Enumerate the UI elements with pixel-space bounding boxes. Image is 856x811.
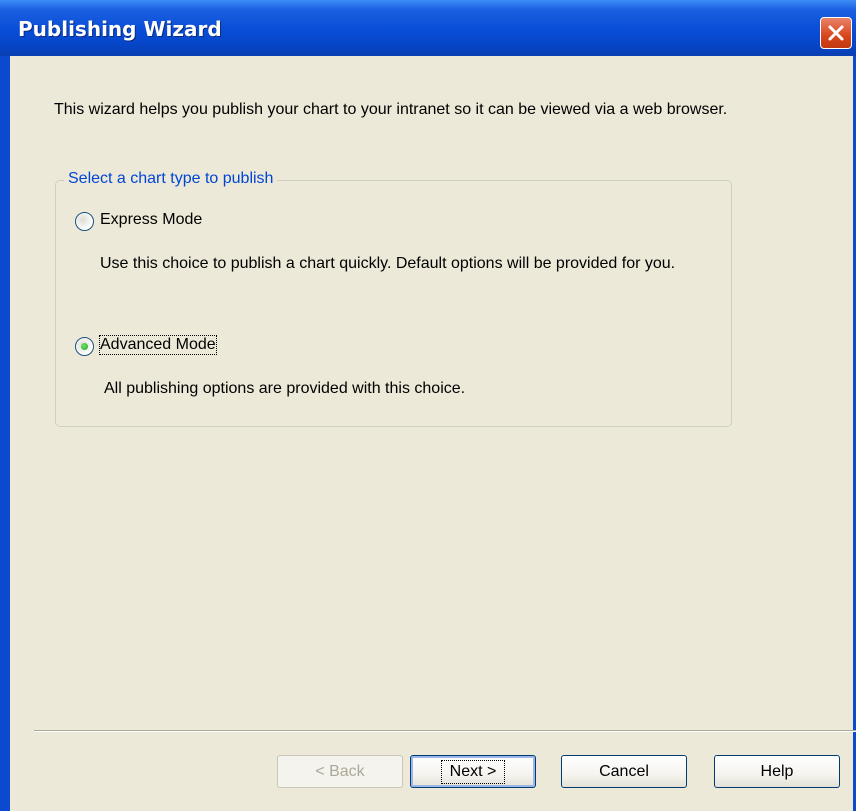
cancel-button[interactable]: Cancel [561, 755, 687, 788]
advanced-mode-description: All publishing options are provided with… [104, 380, 466, 397]
back-button-label: < Back [315, 762, 365, 780]
title-bar[interactable]: Publishing Wizard [0, 0, 856, 56]
advanced-mode-radio[interactable] [75, 337, 94, 356]
group-legend: Select a chart type to publish [64, 170, 278, 188]
close-icon [828, 25, 844, 41]
express-mode-radio[interactable] [75, 212, 94, 231]
help-button-label: Help [760, 762, 794, 780]
next-button[interactable]: Next > [410, 755, 536, 788]
express-mode-description: Use this choice to publish a chart quick… [100, 255, 676, 272]
next-button-label: Next > [440, 759, 506, 784]
cancel-button-label: Cancel [599, 762, 649, 780]
advanced-mode-label[interactable]: Advanced Mode [99, 335, 217, 355]
footer-separator [34, 730, 856, 732]
radio-selected-dot [81, 343, 88, 350]
intro-text: This wizard helps you publish your chart… [54, 101, 728, 118]
window-title: Publishing Wizard [18, 17, 222, 41]
window-frame-left [0, 56, 10, 811]
help-button[interactable]: Help [714, 755, 840, 788]
express-mode-label[interactable]: Express Mode [100, 211, 202, 229]
back-button[interactable]: < Back [277, 755, 403, 788]
close-button[interactable] [820, 17, 852, 49]
